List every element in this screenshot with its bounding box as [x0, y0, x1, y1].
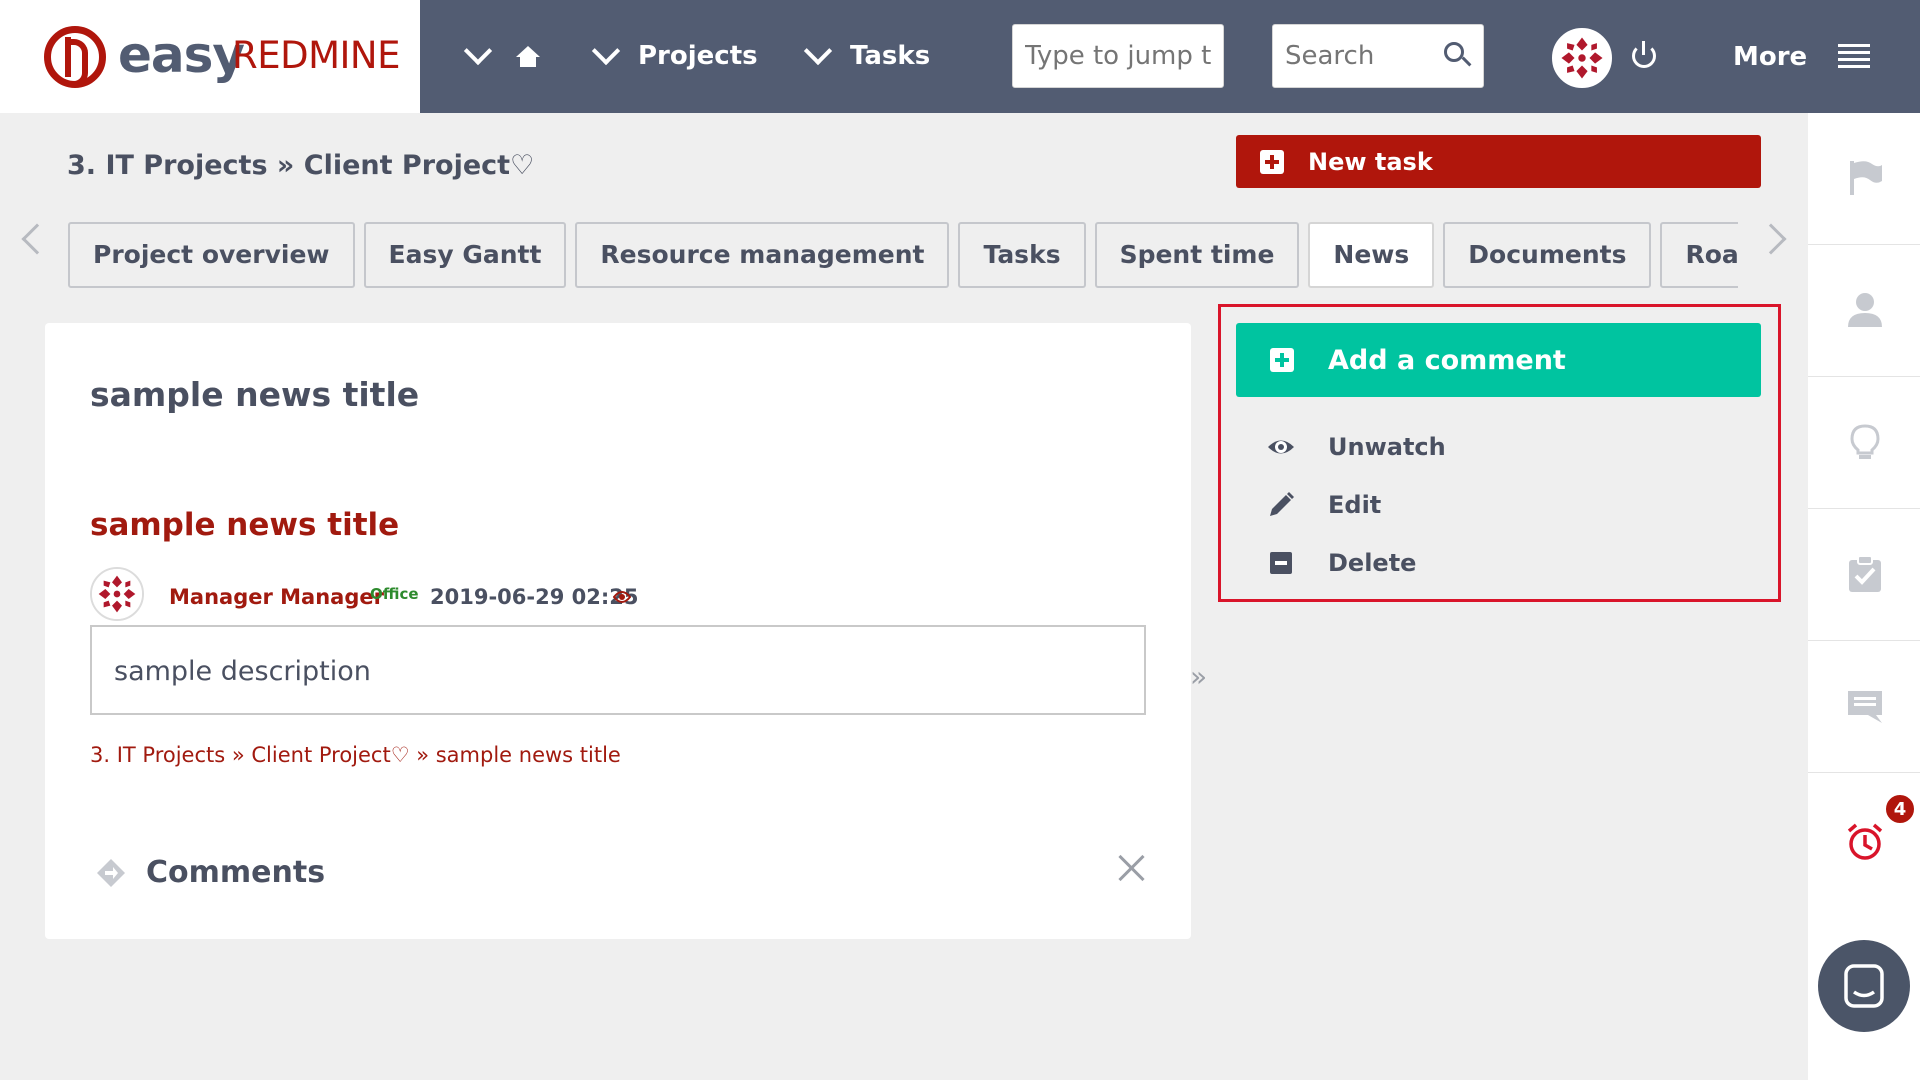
plus-icon — [1270, 348, 1294, 372]
logout-power-icon[interactable] — [1632, 41, 1656, 68]
more-menu-label[interactable]: More — [1733, 42, 1807, 72]
eye-icon — [1268, 440, 1294, 454]
user-icon — [1848, 293, 1882, 327]
clipboard-check-icon — [1849, 555, 1881, 592]
nav-tasks-label: Tasks — [850, 41, 931, 71]
flag-icon — [1850, 161, 1882, 195]
author-link[interactable]: Manager Manager — [169, 585, 384, 609]
breadcrumb[interactable]: 3. IT Projects » Client Project♡ — [67, 150, 534, 181]
right-rail: 4 — [1808, 113, 1920, 1080]
news-description: sample description — [114, 656, 371, 687]
logo[interactable]: easy REDMINE — [0, 0, 420, 113]
top-bar: easy REDMINE Projects Tasks Type to jump… — [0, 0, 1920, 113]
news-date[interactable]: 2019-06-29 02:25 — [430, 585, 638, 609]
tabs-scroll-right-icon[interactable] — [1755, 223, 1787, 255]
alarm-clock-icon — [1847, 823, 1883, 860]
news-title-link[interactable]: sample news title — [90, 507, 399, 543]
reply-diamond-icon — [97, 859, 125, 887]
home-dropdown-toggle[interactable] — [463, 36, 493, 76]
rail-item-messages[interactable] — [1808, 641, 1920, 773]
chat-launcher-button[interactable] — [1818, 940, 1910, 1032]
author-avatar[interactable] — [90, 567, 144, 621]
author-group-tag: Office — [370, 585, 419, 603]
page-title: sample news title — [90, 375, 420, 414]
tabs-scroll-left-icon[interactable] — [21, 223, 53, 255]
tab-project-overview[interactable]: Project overview — [68, 222, 355, 288]
sidebar-collapse-icon[interactable]: » — [1190, 660, 1207, 693]
plus-icon — [1260, 149, 1284, 174]
logo-redmine-text: REDMINE — [232, 34, 400, 77]
tab-tasks[interactable]: Tasks — [958, 222, 1086, 288]
rail-item-idea[interactable] — [1808, 377, 1920, 509]
project-tabs: Project overview Easy Gantt Resource manag… — [68, 222, 1738, 288]
hamburger-menu-icon[interactable] — [1838, 44, 1870, 68]
pencil-icon — [1270, 492, 1294, 516]
rail-item-flag[interactable] — [1808, 113, 1920, 245]
tab-spent-time[interactable]: Spent time — [1094, 222, 1300, 288]
new-task-button[interactable]: New task — [1236, 135, 1761, 188]
news-description-box: sample description — [90, 625, 1146, 715]
comments-heading[interactable]: Comments — [146, 855, 325, 890]
message-icon — [1848, 691, 1882, 723]
eye-icon[interactable] — [613, 590, 631, 604]
tab-easy-gantt[interactable]: Easy Gantt — [363, 222, 567, 288]
delete-label: Delete — [1328, 549, 1417, 577]
tab-resource-management[interactable]: Resource management — [575, 222, 950, 288]
nav-projects-label: Projects — [638, 41, 758, 71]
rail-item-reminders[interactable]: 4 — [1808, 773, 1920, 905]
chevron-down-icon — [463, 36, 493, 66]
rail-item-tasks[interactable] — [1808, 509, 1920, 641]
nav-projects[interactable]: Projects — [591, 36, 758, 76]
rail-item-user[interactable] — [1808, 245, 1920, 377]
logo-easy-text: easy — [118, 26, 245, 84]
unwatch-label: Unwatch — [1328, 433, 1446, 461]
news-detail-card: sample news title sample news title Mana… — [45, 323, 1191, 939]
lightbulb-icon — [1850, 424, 1880, 459]
nav-tasks[interactable]: Tasks — [803, 36, 931, 76]
tab-documents[interactable]: Documents — [1443, 222, 1652, 288]
chevron-down-icon — [803, 36, 833, 66]
jump-to-project-input[interactable] — [1012, 24, 1224, 88]
easy-redmine-logo-icon — [44, 26, 106, 88]
search-icon[interactable] — [1444, 42, 1464, 62]
minus-square-icon — [1270, 552, 1292, 574]
edit-label: Edit — [1328, 491, 1382, 519]
add-comment-label: Add a comment — [1328, 344, 1566, 376]
tab-roadmap[interactable]: Roadmap — [1660, 222, 1738, 288]
new-task-label: New task — [1308, 147, 1433, 176]
reminder-count-badge: 4 — [1884, 793, 1916, 825]
close-icon[interactable] — [1117, 853, 1147, 883]
news-breadcrumb[interactable]: 3. IT Projects » Client Project♡ » sampl… — [90, 743, 621, 767]
home-icon[interactable] — [516, 46, 540, 68]
unwatch-action[interactable]: Unwatch — [1266, 427, 1446, 467]
tab-news[interactable]: News — [1308, 222, 1435, 288]
user-avatar[interactable] — [1552, 28, 1612, 88]
chevron-down-icon — [591, 36, 621, 66]
add-comment-button[interactable]: Add a comment — [1236, 323, 1761, 397]
edit-action[interactable]: Edit — [1266, 485, 1381, 525]
chat-icon — [1844, 964, 1884, 1008]
delete-action[interactable]: Delete — [1266, 543, 1416, 583]
